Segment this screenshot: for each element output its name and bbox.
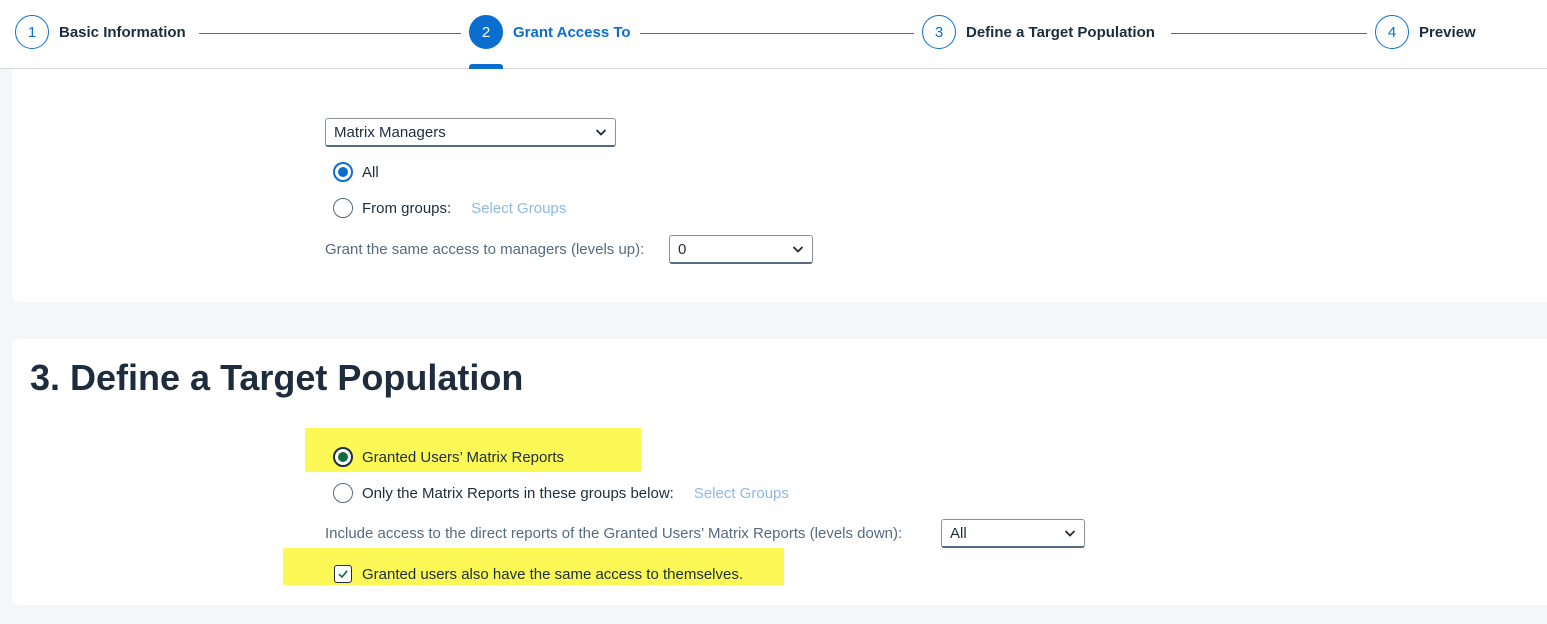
step-number: 4 [1375, 15, 1409, 49]
section-title: 3. Define a Target Population [30, 357, 524, 398]
wizard-step-grant-access-to[interactable]: 2 Grant Access To [469, 15, 631, 49]
select-groups-link[interactable]: Select Groups [471, 200, 566, 217]
grant-access-card [12, 69, 1547, 302]
select-groups-link[interactable]: Select Groups [694, 485, 789, 502]
self-access-label: Granted users also have the same access … [362, 565, 744, 583]
managers-levels-value: 0 [678, 240, 687, 258]
levels-down-value: All [950, 524, 967, 542]
radio-button-checked[interactable] [333, 162, 353, 182]
step-label: Define a Target Population [966, 23, 1155, 41]
chevron-down-icon [595, 129, 607, 136]
radio-matrix-reports[interactable]: Granted Users’ Matrix Reports [333, 447, 564, 467]
step-label: Preview [1419, 23, 1476, 41]
checkmark-icon [338, 570, 348, 579]
chevron-down-icon [792, 246, 804, 253]
self-access-checkbox-row[interactable]: Granted users also have the same access … [334, 565, 743, 583]
group-type-select-value: Matrix Managers [334, 123, 446, 141]
managers-levels-select[interactable]: 0 [669, 235, 813, 264]
chevron-down-icon [1064, 530, 1076, 537]
levels-down-select[interactable]: All [941, 519, 1085, 548]
radio-from-groups-label: From groups: [362, 199, 452, 217]
step-connector [640, 33, 914, 34]
radio-button[interactable] [333, 483, 353, 503]
step-number: 1 [15, 15, 49, 49]
managers-levels-label: Grant the same access to managers (level… [325, 241, 645, 258]
radio-all[interactable]: All [333, 162, 379, 182]
step-connector [199, 33, 461, 34]
wizard-step-define-target-population[interactable]: 3 Define a Target Population [922, 15, 1155, 49]
wizard-step-basic-information[interactable]: 1 Basic Information [15, 15, 186, 49]
step-connector [1171, 33, 1367, 34]
radio-groups-below[interactable]: Only the Matrix Reports in these groups … [333, 483, 789, 503]
group-type-select[interactable]: Matrix Managers [325, 118, 616, 147]
wizard-header: 1 Basic Information 2 Grant Access To 3 … [0, 0, 1547, 69]
wizard-step-preview[interactable]: 4 Preview [1375, 15, 1476, 49]
radio-groups-below-label: Only the Matrix Reports in these groups … [362, 484, 674, 502]
step-label: Grant Access To [513, 23, 631, 41]
step-number: 3 [922, 15, 956, 49]
step-number: 2 [469, 15, 503, 49]
radio-all-label: All [362, 163, 379, 181]
checkbox-checked[interactable] [334, 565, 352, 583]
radio-matrix-reports-label: Granted Users’ Matrix Reports [362, 448, 565, 466]
radio-button[interactable] [333, 198, 353, 218]
levels-down-label: Include access to the direct reports of … [325, 525, 903, 542]
radio-button-checked[interactable] [333, 447, 353, 467]
radio-from-groups[interactable]: From groups: Select Groups [333, 198, 566, 218]
step-label: Basic Information [59, 23, 186, 41]
